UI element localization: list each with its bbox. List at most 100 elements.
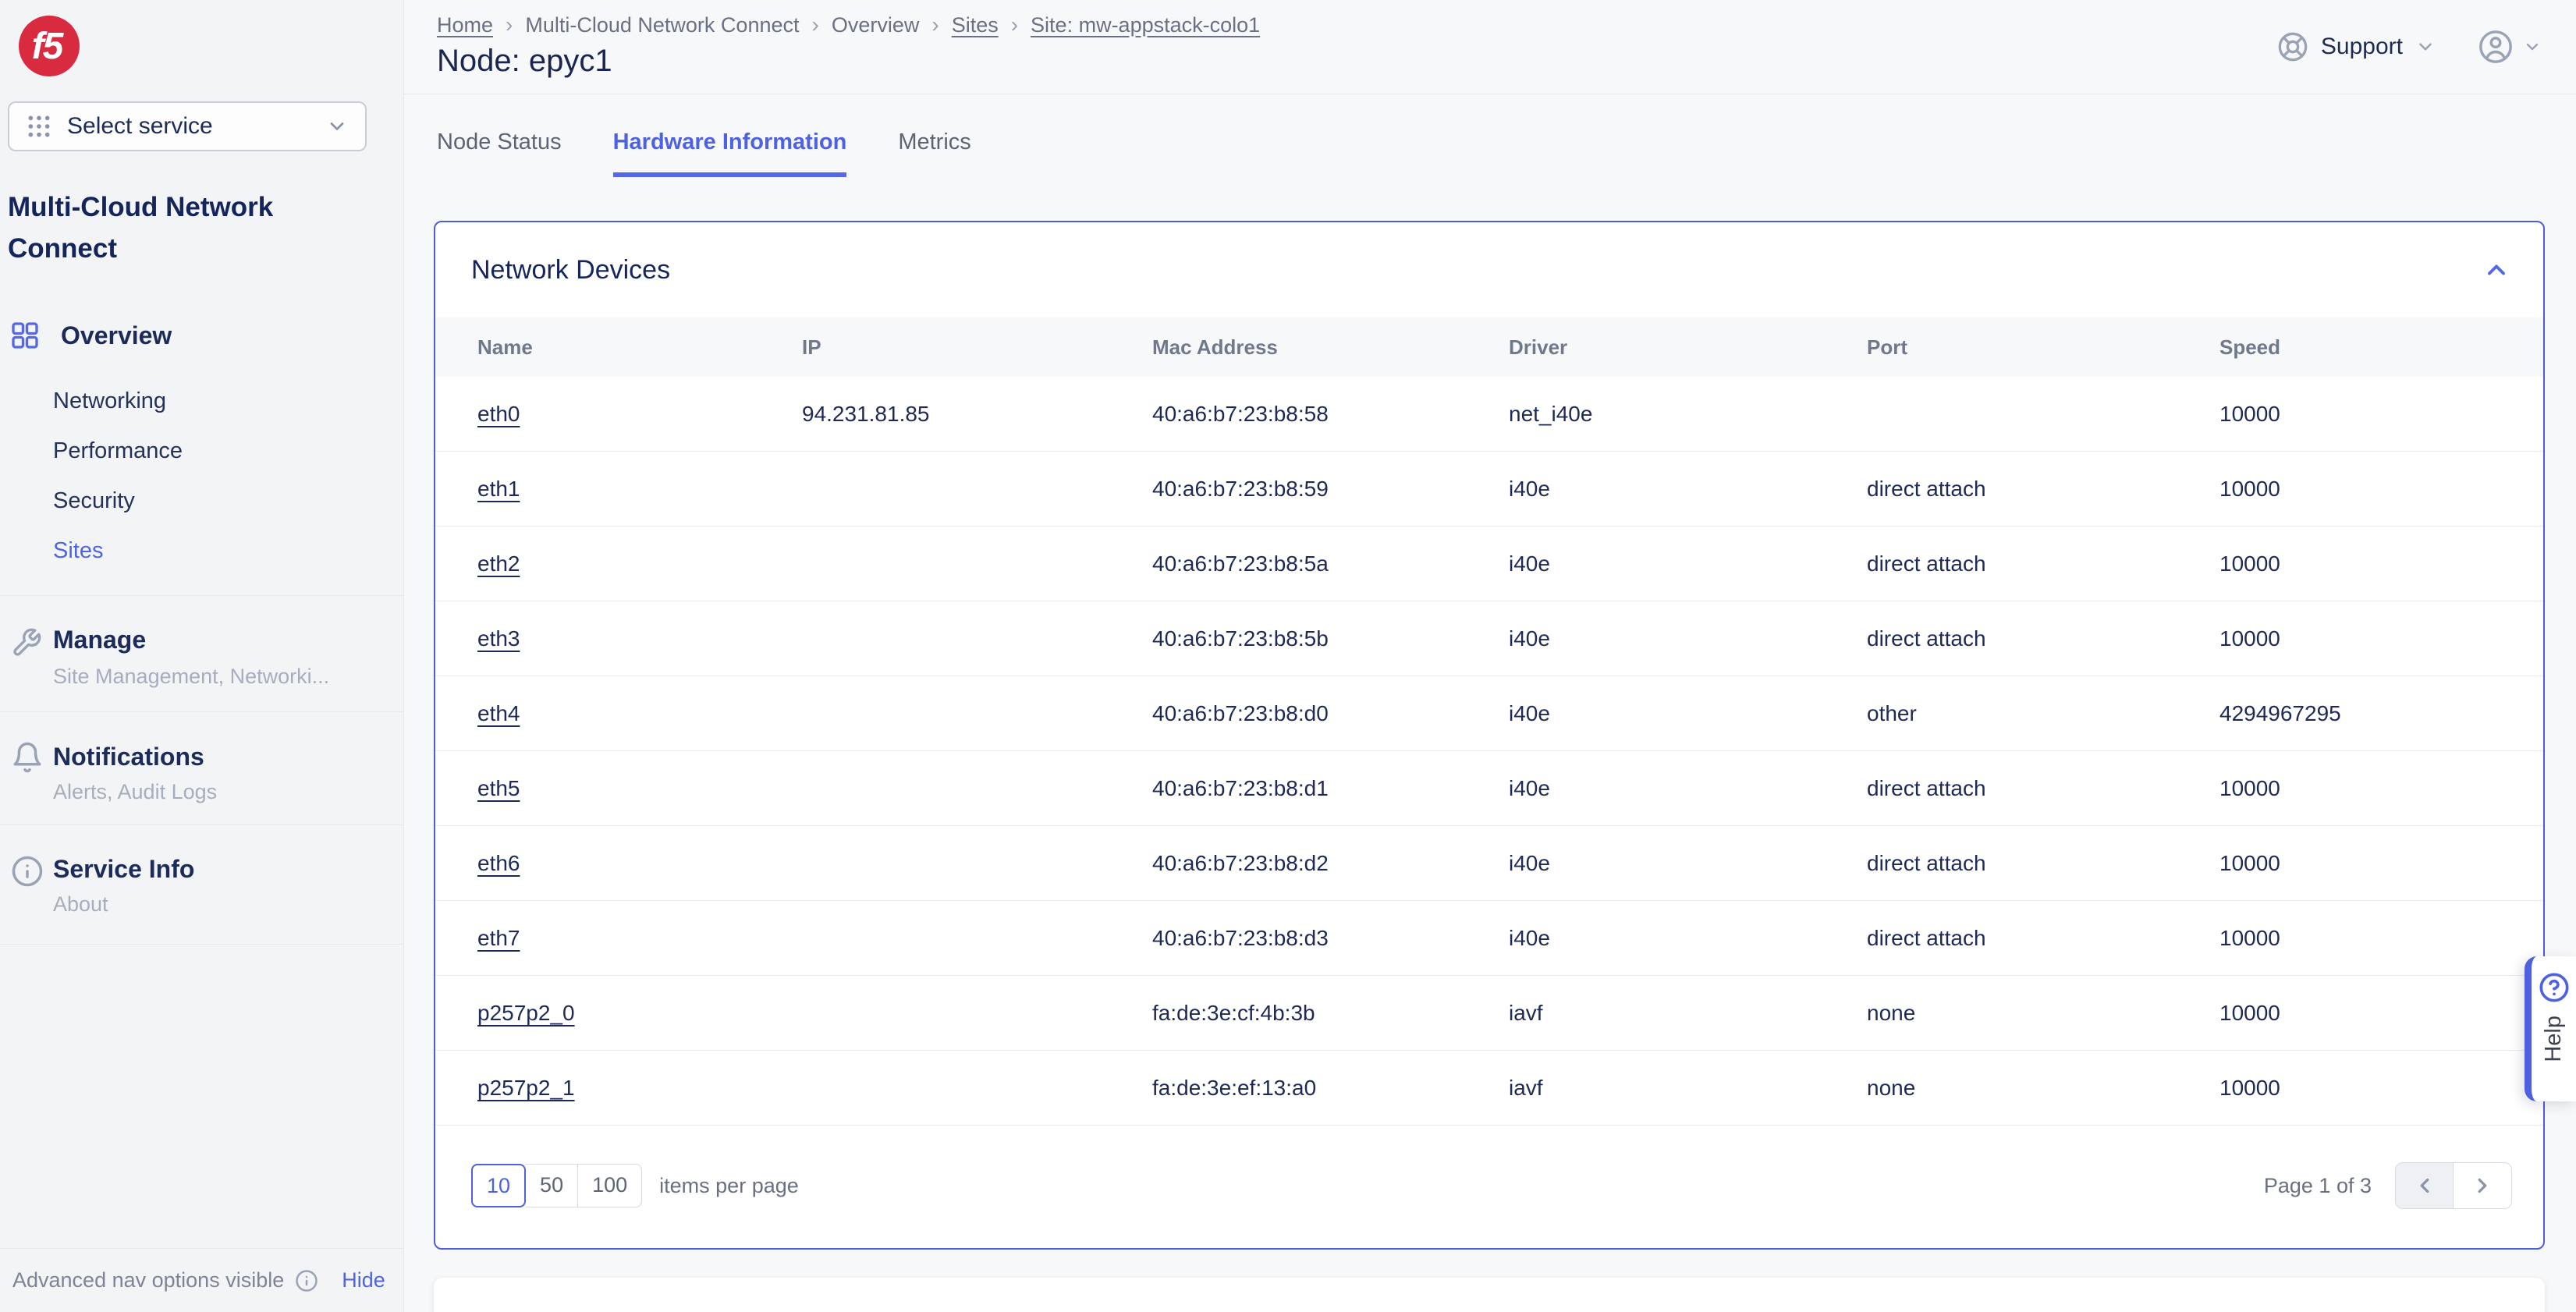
- device-name-link[interactable]: eth3: [477, 626, 520, 651]
- table-row: p257p2_1 fa:de:3e:ef:13:a0 iavf none 10000: [435, 1051, 2543, 1126]
- cell-driver: i40e: [1509, 925, 1550, 950]
- sidebar-item-service-info[interactable]: Service Info: [53, 855, 194, 884]
- cell-speed: 10000: [2219, 1000, 2280, 1025]
- table-row: eth4 40:a6:b7:23:b8:d0 i40e other 4294967295: [435, 676, 2543, 751]
- cell-mac-address: 40:a6:b7:23:b8:5a: [1152, 551, 1329, 576]
- sidebar-item-notifications-subtitle: Alerts, Audit Logs: [53, 780, 218, 803]
- device-name-link[interactable]: eth2: [477, 551, 520, 576]
- items-per-page-50[interactable]: 50: [526, 1164, 579, 1207]
- device-name-link[interactable]: eth1: [477, 477, 520, 501]
- info-icon: [295, 1269, 318, 1292]
- sidebar-item-sites[interactable]: Sites: [53, 538, 103, 564]
- cell-speed: 10000: [2219, 476, 2280, 501]
- topbar-actions: Support: [2277, 0, 2542, 94]
- device-name-link[interactable]: eth6: [477, 851, 520, 875]
- cell-name: p257p2_1: [477, 1076, 802, 1101]
- device-name-link[interactable]: eth5: [477, 776, 520, 800]
- card-footer: 10 50 100 items per page Page 1 of 3: [435, 1126, 2543, 1246]
- breadcrumb-overview: Overview: [831, 12, 920, 37]
- cell-name: p257p2_0: [477, 1001, 802, 1026]
- card-title: Network Devices: [471, 254, 671, 285]
- cell-speed: 10000: [2219, 850, 2280, 875]
- pager-buttons: [2395, 1162, 2512, 1209]
- tab-node-status[interactable]: Node Status: [437, 129, 562, 177]
- collapse-card-button[interactable]: [2482, 256, 2510, 284]
- sidebar-item-networking[interactable]: Networking: [53, 388, 166, 414]
- sidebar-item-performance[interactable]: Performance: [53, 438, 183, 464]
- cell-name: eth5: [477, 776, 802, 801]
- device-name-link[interactable]: p257p2_0: [477, 1001, 575, 1025]
- breadcrumb-separator: ›: [811, 12, 819, 37]
- breadcrumb-mcn: Multi-Cloud Network Connect: [525, 12, 800, 37]
- service-selector[interactable]: Select service: [8, 101, 367, 151]
- support-menu[interactable]: Support: [2277, 31, 2436, 62]
- cell-port: direct attach: [1867, 551, 1986, 576]
- bell-icon: [11, 741, 44, 774]
- items-per-page-label: items per page: [659, 1173, 799, 1197]
- device-name-link[interactable]: p257p2_1: [477, 1076, 575, 1100]
- chevron-down-icon: [2523, 37, 2542, 56]
- table-row: eth5 40:a6:b7:23:b8:d1 i40e direct attach 10…: [435, 751, 2543, 826]
- cell-port: direct attach: [1867, 925, 1986, 950]
- cell-port: none: [1867, 1075, 1916, 1100]
- chevron-down-icon: [326, 115, 348, 137]
- sidebar-item-security[interactable]: Security: [53, 488, 135, 514]
- device-name-link[interactable]: eth0: [477, 402, 520, 426]
- sidebar-item-manage[interactable]: Manage: [53, 626, 146, 654]
- cell-speed: 10000: [2219, 1075, 2280, 1100]
- card-header: Network Devices: [435, 222, 2543, 317]
- next-card-peek[interactable]: [434, 1278, 2545, 1312]
- table-row: eth0 94.231.81.85 40:a6:b7:23:b8:58 net_i40…: [435, 377, 2543, 452]
- cell-mac-address: fa:de:3e:cf:4b:3b: [1152, 1000, 1315, 1025]
- cell-port: direct attach: [1867, 476, 1986, 501]
- items-per-page-100[interactable]: 100: [578, 1164, 643, 1207]
- previous-page-button[interactable]: [2396, 1163, 2454, 1208]
- product-title: Multi-Cloud Network Connect: [8, 192, 274, 264]
- chevron-down-icon: [2415, 37, 2436, 57]
- user-menu[interactable]: [2478, 29, 2542, 65]
- cell-port: none: [1867, 1000, 1916, 1025]
- hide-nav-link[interactable]: Hide: [342, 1268, 385, 1292]
- avatar-icon: [2478, 29, 2514, 65]
- info-icon: [11, 855, 44, 888]
- page-status: Page 1 of 3: [2263, 1173, 2372, 1197]
- device-name-link[interactable]: eth4: [477, 701, 520, 725]
- sidebar-item-service-info-subtitle: About: [53, 892, 108, 916]
- cell-speed: 10000: [2219, 551, 2280, 576]
- sidebar-item-overview[interactable]: Overview: [0, 320, 172, 351]
- breadcrumb-separator: ›: [931, 12, 939, 37]
- table-row: eth2 40:a6:b7:23:b8:5a i40e direct attach 10…: [435, 527, 2543, 601]
- sidebar-footer: Advanced nav options visible Hide: [0, 1248, 403, 1312]
- cell-name: eth4: [477, 701, 802, 726]
- device-name-link[interactable]: eth7: [477, 926, 520, 950]
- breadcrumb-site-current[interactable]: Site: mw-appstack-colo1: [1031, 13, 1260, 37]
- chevron-up-icon: [2482, 256, 2510, 284]
- cell-mac-address: 40:a6:b7:23:b8:59: [1152, 476, 1329, 501]
- f5-logo: f5: [19, 16, 80, 76]
- sidebar-item-notifications[interactable]: Notifications: [53, 743, 204, 771]
- cell-port: direct attach: [1867, 775, 1986, 800]
- breadcrumb-home[interactable]: Home: [437, 13, 493, 37]
- items-per-page-control: 10 50 100 items per page: [471, 1164, 799, 1207]
- next-page-button[interactable]: [2454, 1163, 2511, 1208]
- grid-dots-icon: [27, 114, 51, 139]
- items-per-page-10[interactable]: 10: [471, 1164, 527, 1207]
- breadcrumb-sites[interactable]: Sites: [952, 13, 999, 37]
- cell-driver: net_i40e: [1509, 401, 1593, 426]
- sidebar: f5 Select service Multi-Cloud Network Co…: [0, 0, 404, 1312]
- cell-driver: i40e: [1509, 551, 1550, 576]
- sidebar-item-label: Overview: [61, 321, 172, 349]
- cell-ip: 94.231.81.85: [802, 401, 930, 426]
- table-header: Name IP Mac Address Driver Port Speed: [435, 317, 2543, 377]
- help-button[interactable]: Help: [2525, 956, 2576, 1101]
- cell-mac-address: 40:a6:b7:23:b8:d1: [1152, 775, 1329, 800]
- tab-hardware-information[interactable]: Hardware Information: [612, 129, 847, 177]
- cell-speed: 10000: [2219, 775, 2280, 800]
- overview-grid-icon: [9, 320, 41, 351]
- cell-name: eth6: [477, 851, 802, 876]
- table-row: eth7 40:a6:b7:23:b8:d3 i40e direct attach 10…: [435, 901, 2543, 976]
- tab-metrics[interactable]: Metrics: [898, 129, 970, 177]
- cell-driver: i40e: [1509, 626, 1550, 651]
- cell-port: direct attach: [1867, 850, 1986, 875]
- column-header-driver: Driver: [1509, 335, 1568, 359]
